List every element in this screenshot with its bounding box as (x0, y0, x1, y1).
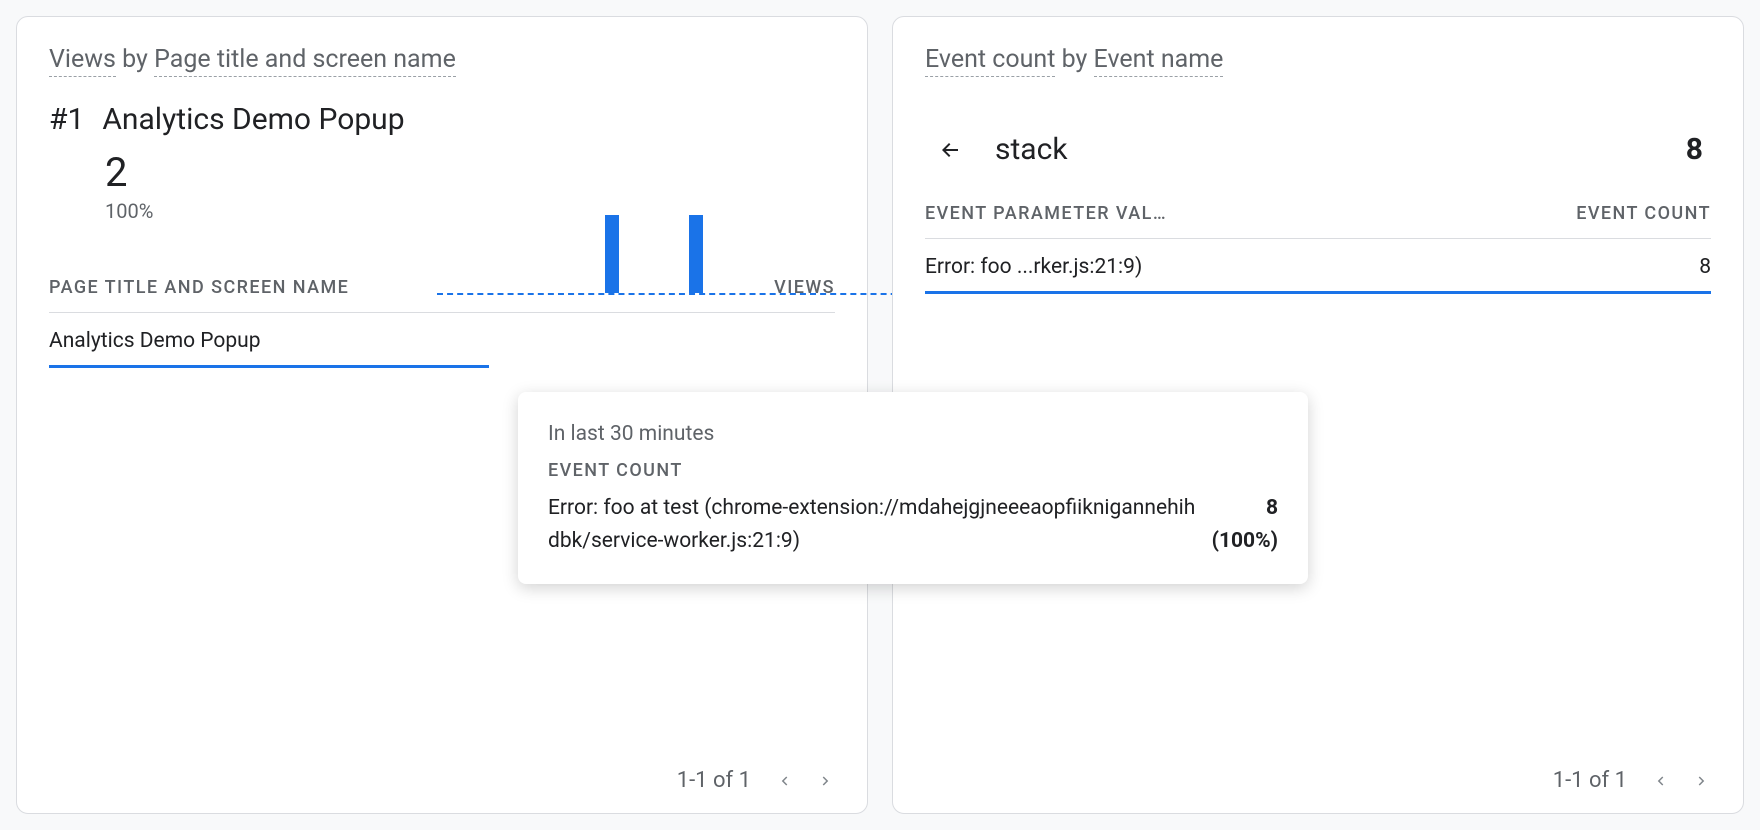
event-col-param: EVENT PARAMETER VAL… (925, 203, 1167, 224)
event-pager-text: 1-1 of 1 (1553, 768, 1627, 793)
views-table-row[interactable]: Analytics Demo Popup (49, 313, 489, 368)
event-next-button[interactable] (1693, 772, 1711, 790)
arrow-left-icon (933, 138, 967, 162)
views-pager: 1-1 of 1 (49, 752, 835, 793)
event-row-value: 8 (1699, 255, 1711, 279)
metric-block: 2 100% (105, 153, 835, 223)
event-total: 8 (1686, 132, 1703, 167)
chevron-left-icon (775, 771, 793, 791)
event-card-title: Event count by Event name (925, 45, 1711, 74)
event-nav: stack 8 (925, 126, 1711, 173)
event-pager: 1-1 of 1 (925, 752, 1711, 793)
views-row-label: Analytics Demo Popup (49, 329, 261, 353)
chevron-left-icon (1651, 771, 1669, 791)
event-row-label: Error: foo ...rker.js:21:9) (925, 255, 1142, 279)
event-dimension-link[interactable]: Event name (1094, 45, 1224, 77)
event-table-header: EVENT PARAMETER VAL… EVENT COUNT (925, 197, 1711, 239)
tooltip-description: Error: foo at test (chrome-extension://m… (548, 492, 1198, 557)
tooltip-timerange: In last 30 minutes (548, 418, 1278, 451)
views-col-dimension: PAGE TITLE AND SCREEN NAME (49, 277, 349, 298)
chevron-right-icon (1693, 771, 1711, 791)
event-col-count: EVENT COUNT (1576, 203, 1711, 224)
views-pager-text: 1-1 of 1 (677, 768, 751, 793)
chevron-right-icon (817, 771, 835, 791)
event-metric-link[interactable]: Event count (925, 45, 1055, 77)
sparkline-chart (437, 217, 937, 295)
hover-tooltip: In last 30 minutes EVENT COUNT Error: fo… (518, 392, 1308, 584)
rank-number: #1 (49, 102, 84, 137)
back-button[interactable] (933, 138, 967, 162)
event-name: stack (995, 132, 1068, 167)
tooltip-metric-header: EVENT COUNT (548, 457, 1278, 485)
views-card-title: Views by Page title and screen name (49, 45, 835, 74)
views-prev-button[interactable] (775, 772, 793, 790)
views-next-button[interactable] (817, 772, 835, 790)
views-metric-link[interactable]: Views (49, 45, 116, 77)
top-item-row: #1 Analytics Demo Popup (49, 102, 835, 137)
metric-value: 2 (105, 153, 835, 193)
event-prev-button[interactable] (1651, 772, 1669, 790)
event-table-row[interactable]: Error: foo ...rker.js:21:9) 8 (925, 239, 1711, 294)
tooltip-value: 8 (100%) (1212, 492, 1278, 557)
views-dimension-link[interactable]: Page title and screen name (154, 45, 456, 77)
rank-title: Analytics Demo Popup (102, 102, 404, 137)
